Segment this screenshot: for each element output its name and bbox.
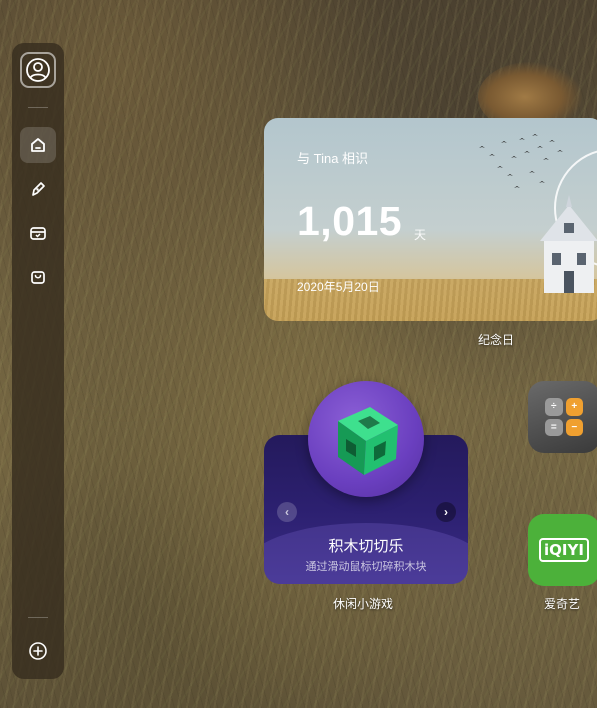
game-cube-icon[interactable]: [308, 381, 424, 497]
calculator-app-icon[interactable]: ÷ + = −: [528, 381, 597, 453]
anniversary-day-count: 1,015: [297, 198, 403, 244]
anniversary-day-unit: 天: [414, 228, 427, 242]
next-game-button[interactable]: ›: [436, 502, 456, 522]
game-description: 通过滑动鼠标切碎积木块: [305, 561, 427, 573]
plus-circle-icon: [29, 642, 47, 660]
anniversary-date: 2020年5月20日: [297, 280, 380, 294]
sidebar-item-create[interactable]: [20, 171, 56, 207]
previous-game-button[interactable]: ‹: [277, 502, 297, 522]
calculator-keypad-icon: ÷ + = −: [545, 398, 583, 436]
iqiyi-logo-text: iQIYI: [539, 538, 589, 562]
sidebar-item-store[interactable]: [20, 259, 56, 295]
game-title: 积木切切乐: [328, 538, 404, 555]
anniversary-widget-caption: 纪念日: [478, 333, 515, 347]
sidebar: [12, 43, 64, 679]
house-image: [540, 195, 597, 293]
game-controller-icon: [30, 227, 46, 240]
home-icon: [31, 138, 45, 152]
sidebar-divider: [28, 107, 48, 108]
sidebar-item-games[interactable]: [20, 215, 56, 251]
anniversary-widget[interactable]: 与 Tina 相识 1,015 天 2020年5月20日: [264, 118, 597, 321]
sidebar-item-home[interactable]: [20, 127, 56, 163]
iqiyi-app-caption: 爱奇艺: [544, 597, 581, 611]
shopping-bag-icon: [31, 271, 45, 284]
sidebar-divider: [28, 617, 48, 618]
add-widget-button[interactable]: [20, 633, 56, 669]
pen-icon: [32, 182, 45, 196]
anniversary-title: 与 Tina 相识: [297, 151, 369, 166]
user-avatar-icon[interactable]: [20, 52, 56, 88]
iqiyi-app-icon[interactable]: iQIYI: [528, 514, 597, 586]
game-widget-caption: 休闲小游戏: [333, 597, 394, 611]
